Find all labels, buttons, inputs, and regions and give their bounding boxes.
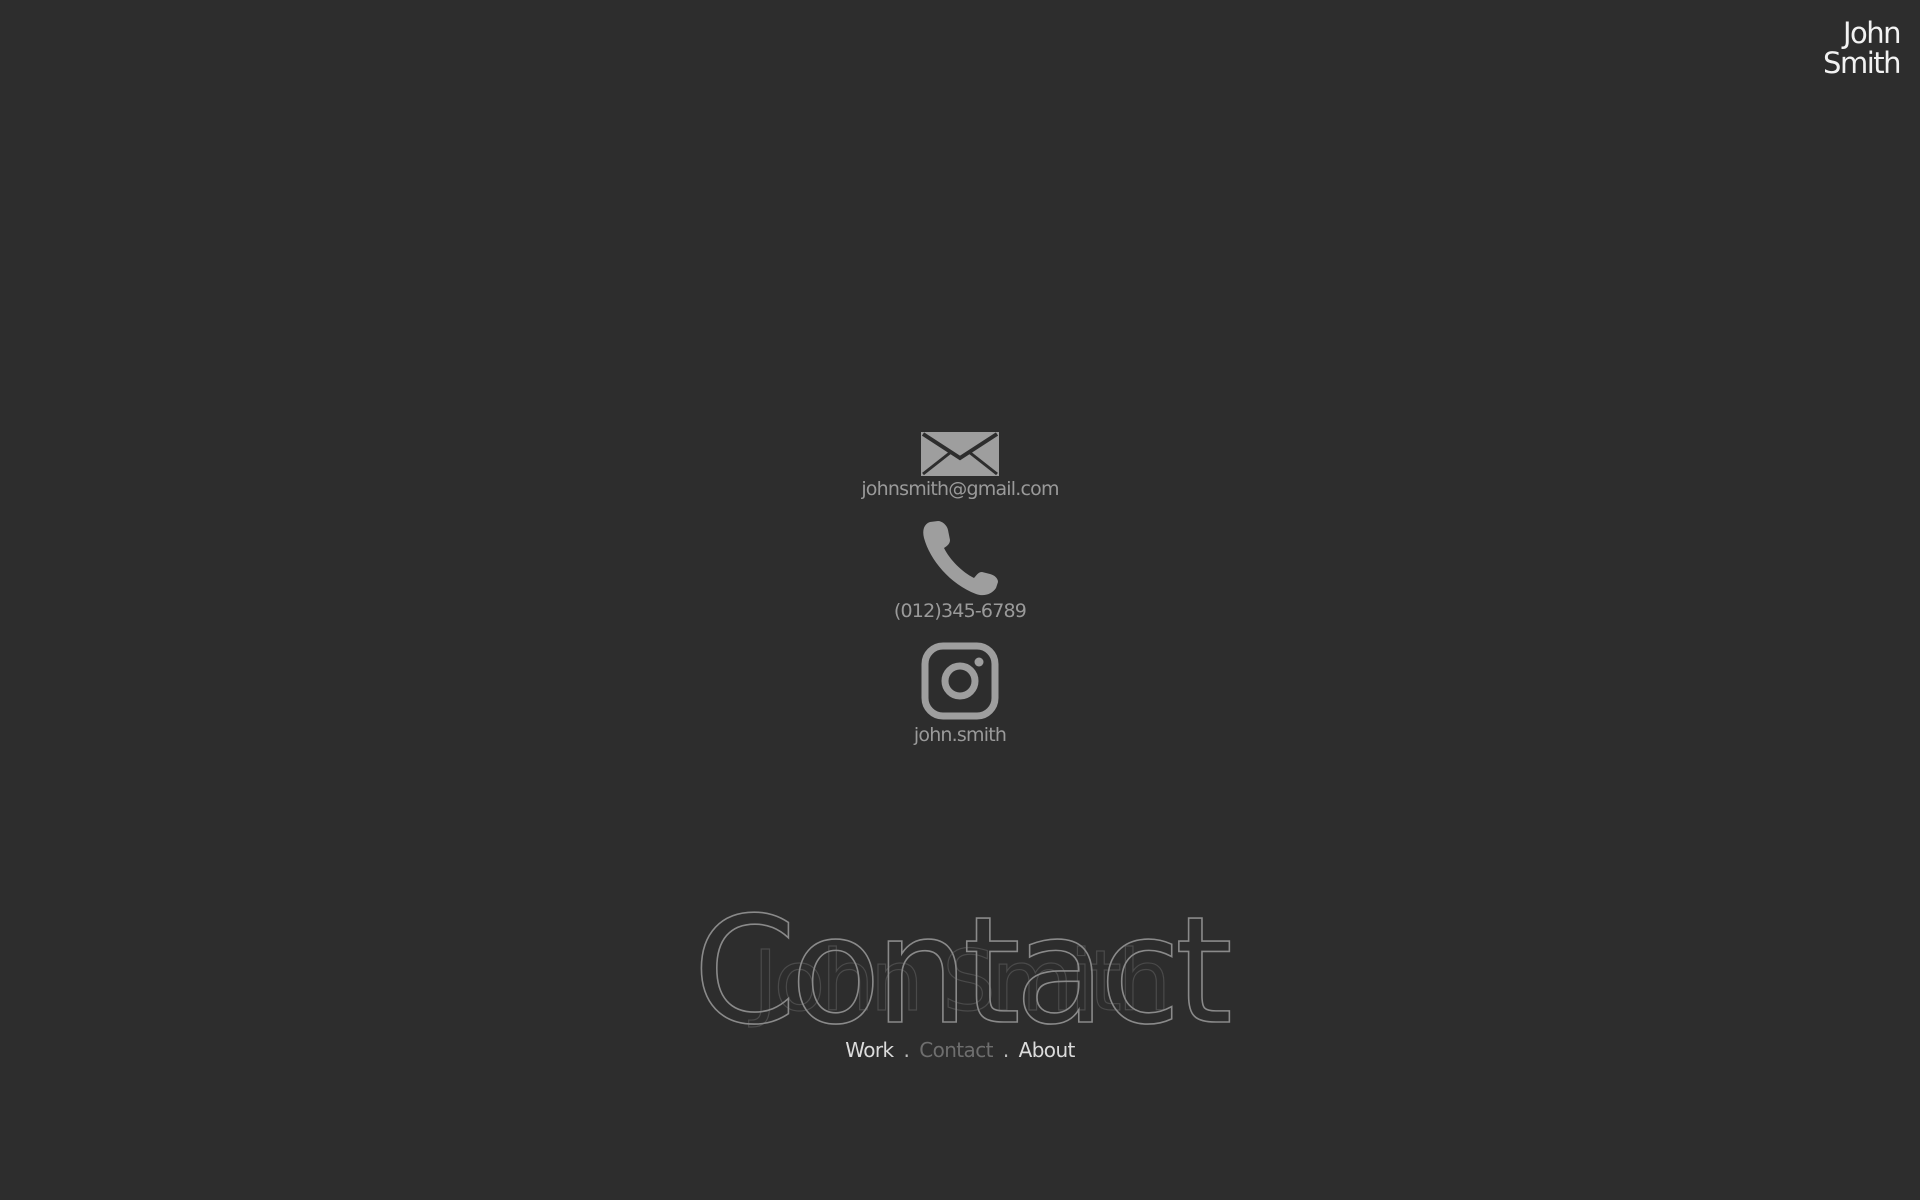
heading-outline-graphic: John Smith Contact <box>692 884 1236 1058</box>
email-address: johnsmith@gmail.com <box>861 478 1059 500</box>
phone-link[interactable]: (012)345-6789 <box>760 520 1160 622</box>
nav-work[interactable]: Work <box>845 1038 894 1062</box>
logo-last-name: Smith <box>1823 46 1901 80</box>
instagram-icon <box>921 642 999 720</box>
nav-separator: . <box>903 1038 910 1062</box>
main-nav: Work. Contact. About <box>760 1038 1160 1062</box>
heading-foreground-text: Contact <box>693 885 1230 1040</box>
instagram-link[interactable]: john.smith <box>760 642 1160 746</box>
page-heading: John Smith Contact <box>460 880 1460 1058</box>
phone-number: (012)345-6789 <box>893 600 1027 622</box>
instagram-handle: john.smith <box>913 724 1007 746</box>
phone-icon <box>923 521 998 596</box>
nav-separator: . <box>1002 1038 1009 1062</box>
logo-first-name: John <box>1842 16 1902 50</box>
envelope-icon <box>921 432 999 476</box>
email-link[interactable]: johnsmith@gmail.com <box>760 432 1160 500</box>
nav-about[interactable]: About <box>1019 1038 1076 1062</box>
page: John Smith johnsmith@gmail.com (012)345-… <box>0 0 1920 1200</box>
nav-contact[interactable]: Contact <box>919 1038 993 1062</box>
site-logo[interactable]: John Smith <box>1780 16 1902 80</box>
